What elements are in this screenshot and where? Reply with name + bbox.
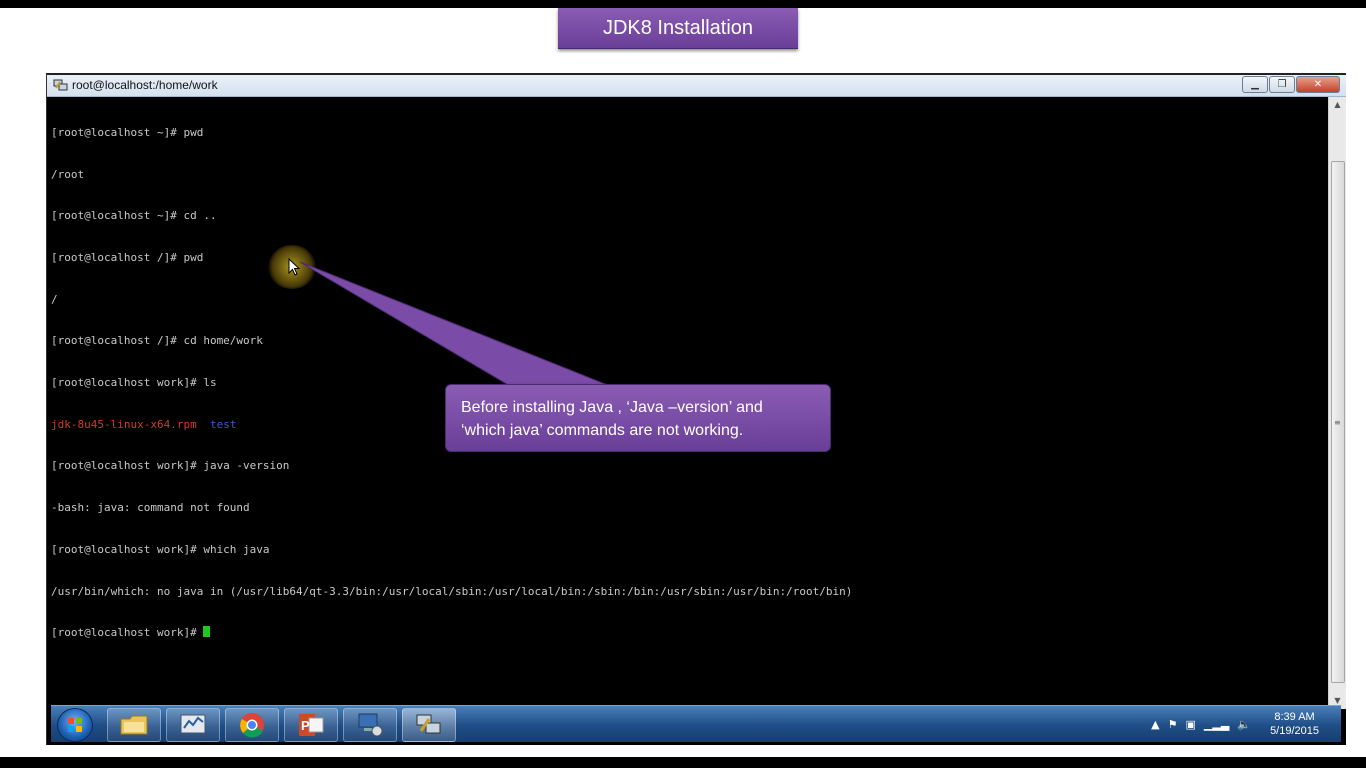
- callout-text: Before installing Java , ‘Java –version’…: [461, 396, 821, 442]
- mouse-pointer-icon: [288, 258, 301, 276]
- annotation-callout: Before installing Java , ‘Java –version’…: [445, 384, 831, 452]
- bottom-black-bar: [0, 757, 1366, 768]
- callout-line: Before installing Java , ‘Java –version’…: [461, 399, 763, 416]
- callout-line: ‘which java’ commands are not working.: [461, 422, 744, 439]
